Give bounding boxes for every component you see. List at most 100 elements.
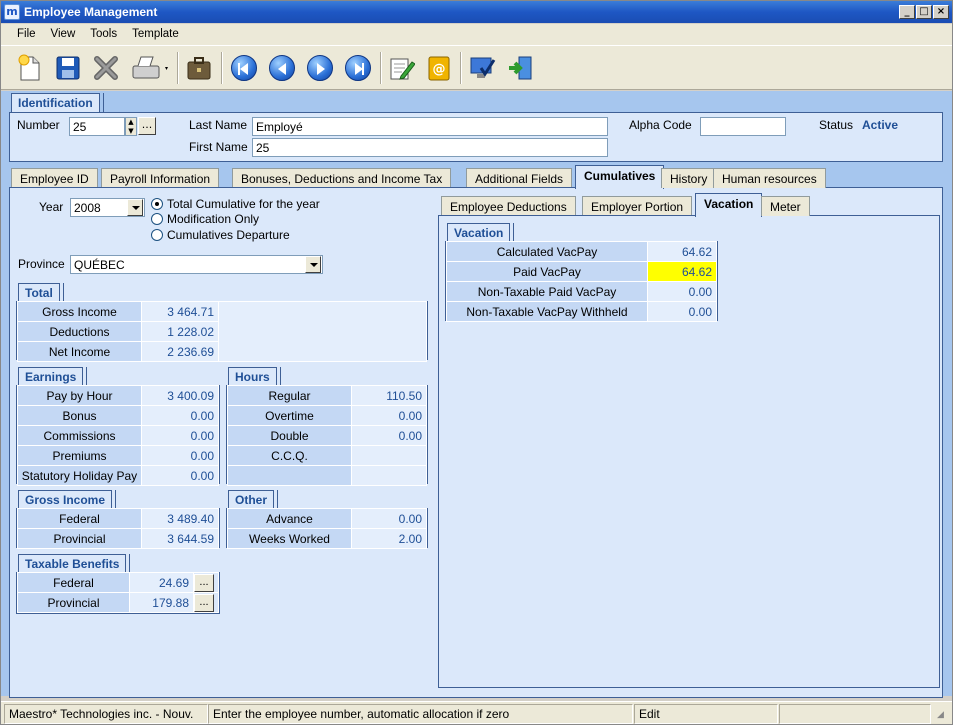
app-window: m Employee Management _ □ × File View Tool…	[0, 0, 953, 725]
tab-human-resources[interactable]: Human resources	[713, 168, 826, 188]
hours-value[interactable]: 0.00	[351, 425, 427, 446]
resize-grip-icon[interactable]: ◢	[937, 710, 944, 720]
vacation-value[interactable]: 64.62	[647, 241, 717, 262]
earnings-key: Pay by Hour	[17, 385, 142, 406]
subtab-employer-portion[interactable]: Employer Portion	[582, 196, 693, 216]
briefcase-button[interactable]	[182, 52, 216, 84]
other-key: Weeks Worked	[227, 528, 352, 549]
earnings-value[interactable]: 0.00	[141, 405, 219, 426]
minimize-button[interactable]: _	[899, 5, 915, 19]
delete-button[interactable]	[89, 52, 123, 84]
last-name-label: Last Name	[189, 118, 248, 132]
year-label: Year	[39, 200, 64, 214]
new-button[interactable]	[13, 52, 47, 84]
earnings-value[interactable]: 0.00	[141, 465, 219, 486]
hours-key: Regular	[227, 385, 352, 406]
tab-history[interactable]: History	[661, 168, 717, 188]
vacation-key: Paid VacPay	[446, 261, 648, 282]
title-bar: m Employee Management _ □ ×	[1, 1, 952, 23]
menu-tools[interactable]: Tools	[87, 24, 120, 40]
radio-modification-only[interactable]	[151, 213, 163, 225]
notes-button[interactable]	[384, 52, 418, 84]
year-dropdown-arrow-icon[interactable]	[127, 199, 143, 216]
number-spinner[interactable]: ▲ ▼	[125, 117, 137, 136]
table-row: Double 0.00	[227, 425, 427, 446]
table-row: Provincial 3 644.59	[17, 528, 219, 549]
table-row: Non-Taxable Paid VacPay 0.00	[446, 281, 717, 302]
taxable-benefits-key: Federal	[17, 572, 130, 593]
hours-value[interactable]: 0.00	[351, 405, 427, 426]
first-record-button[interactable]	[227, 52, 261, 84]
taxable-benefits-value[interactable]: 24.69	[129, 572, 194, 593]
previous-record-button[interactable]	[265, 52, 299, 84]
alpha-code-input[interactable]	[700, 117, 786, 136]
vacation-value[interactable]: 0.00	[647, 301, 717, 322]
menu-template[interactable]: Template	[129, 24, 182, 40]
first-name-input[interactable]: 25	[252, 138, 608, 157]
vacation-key: Non-Taxable VacPay Withheld	[446, 301, 648, 322]
identification-caption: Identification	[11, 93, 104, 112]
earnings-value[interactable]: 0.00	[141, 425, 219, 446]
provincial-benefits-lookup-button[interactable]: ...	[194, 593, 214, 612]
maximize-button[interactable]: □	[916, 5, 932, 19]
last-name-input[interactable]: Employé	[252, 117, 608, 136]
next-record-icon	[307, 55, 333, 81]
radio-total-cumulative[interactable]	[151, 198, 163, 210]
tab-bonuses-deductions[interactable]: Bonuses, Deductions and Income Tax	[232, 168, 452, 188]
federal-benefits-lookup-button[interactable]: ...	[194, 573, 214, 592]
province-select[interactable]: QUÉBEC	[70, 255, 323, 274]
vacation-value-highlighted[interactable]: 64.62	[647, 261, 717, 282]
earnings-value[interactable]: 3 400.09	[141, 385, 219, 406]
next-record-button[interactable]	[303, 52, 337, 84]
taxable-benefits-value[interactable]: 179.88	[129, 592, 194, 613]
tab-additional-fields[interactable]: Additional Fields	[466, 168, 573, 188]
menu-file[interactable]: File	[14, 24, 39, 40]
first-record-icon	[231, 55, 257, 81]
close-button[interactable]: ×	[933, 5, 949, 19]
menu-view[interactable]: View	[48, 24, 79, 40]
earnings-value[interactable]: 0.00	[141, 445, 219, 466]
last-record-button[interactable]	[341, 52, 375, 84]
table-row: Bonus 0.00	[17, 405, 219, 426]
status-value: Active	[862, 118, 899, 132]
other-value[interactable]: 0.00	[351, 508, 427, 529]
radio-cumulatives-departure[interactable]	[151, 229, 163, 241]
hours-table: Regular 110.50 Overtime 0.00 Double 0.00 C.…	[227, 385, 427, 486]
menu-bar: File View Tools Template	[1, 24, 952, 46]
subtab-meter[interactable]: Meter	[761, 196, 810, 216]
validate-button[interactable]	[465, 52, 499, 84]
province-dropdown-arrow-icon[interactable]	[305, 256, 321, 273]
gross-income-value[interactable]: 3 644.59	[141, 528, 219, 549]
total-value[interactable]: 1 228.02	[141, 321, 219, 342]
table-row: Provincial 179.88...	[17, 592, 219, 613]
tab-employee-id[interactable]: Employee ID	[11, 168, 98, 188]
gross-income-value[interactable]: 3 489.40	[141, 508, 219, 529]
total-value[interactable]: 3 464.71	[141, 301, 219, 322]
vacation-table: Calculated VacPay 64.62 Paid VacPay 64.62 …	[446, 241, 717, 322]
save-button[interactable]	[51, 52, 85, 84]
exit-button[interactable]	[503, 52, 537, 84]
total-value[interactable]: 2 236.69	[141, 341, 219, 362]
hours-value[interactable]: 110.50	[351, 385, 427, 406]
hours-value[interactable]	[351, 465, 427, 486]
subtab-employee-deductions[interactable]: Employee Deductions	[441, 196, 576, 216]
hours-value[interactable]	[351, 445, 427, 466]
print-button[interactable]	[127, 52, 173, 84]
total-key: Gross Income	[17, 301, 142, 322]
number-input[interactable]: 25	[69, 117, 125, 136]
number-lookup-button[interactable]: ...	[138, 117, 156, 135]
tab-payroll-information[interactable]: Payroll Information	[101, 168, 220, 188]
table-row: Overtime 0.00	[227, 405, 427, 426]
delete-x-icon	[94, 56, 118, 80]
toolbar: @	[1, 46, 952, 90]
vacation-value[interactable]: 0.00	[647, 281, 717, 302]
earnings-table: Pay by Hour 3 400.09 Bonus 0.00 Commission…	[17, 385, 219, 486]
subtab-vacation[interactable]: Vacation	[695, 193, 763, 217]
other-value[interactable]: 2.00	[351, 528, 427, 549]
table-row: C.C.Q.	[227, 445, 427, 466]
toolbar-separator	[460, 52, 462, 84]
table-row	[227, 465, 427, 486]
tab-cumulatives[interactable]: Cumulatives	[575, 165, 665, 189]
table-row: Pay by Hour 3 400.09	[17, 385, 219, 406]
email-button[interactable]: @	[421, 52, 455, 84]
